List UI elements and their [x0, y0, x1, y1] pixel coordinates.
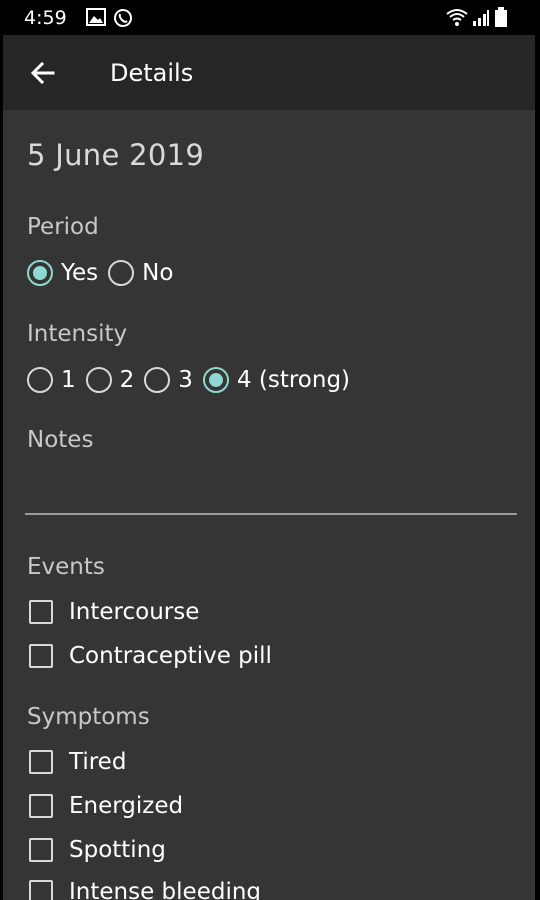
checkbox-label: Intercourse — [69, 599, 200, 625]
intensity-radio-group: 1 2 3 4 (strong) — [27, 364, 360, 396]
checkbox[interactable] — [29, 600, 53, 624]
status-time: 4:59 — [24, 7, 67, 29]
wifi-icon — [445, 7, 469, 31]
checkbox[interactable] — [29, 794, 53, 818]
checkbox[interactable] — [29, 838, 53, 862]
notes-underline — [25, 513, 517, 515]
page-title: Details — [110, 59, 194, 87]
details-content[interactable]: 5 June 2019 Period Yes No Intensity 1 2 — [3, 110, 535, 900]
symptom-item-energized[interactable]: Energized — [29, 790, 183, 822]
period-option-label: No — [142, 260, 174, 286]
period-option-no[interactable]: No — [108, 260, 173, 286]
radio-button[interactable] — [144, 367, 171, 393]
symptom-item-intense-bleeding[interactable]: Intense bleeding — [29, 876, 261, 900]
notes-input[interactable] — [27, 470, 517, 510]
checkbox[interactable] — [29, 750, 53, 774]
period-radio-group: Yes No — [27, 257, 183, 289]
whatsapp-icon — [113, 8, 133, 32]
arrow-left-icon[interactable] — [27, 57, 59, 89]
symptom-item-spotting[interactable]: Spotting — [29, 834, 166, 866]
period-option-yes[interactable]: Yes — [27, 260, 98, 286]
battery-icon — [495, 7, 507, 31]
intensity-option-label: 3 — [178, 367, 193, 393]
checkbox[interactable] — [29, 644, 53, 668]
event-item-contraceptive-pill[interactable]: Contraceptive pill — [29, 640, 272, 672]
radio-button[interactable] — [85, 367, 112, 393]
intensity-label: Intensity — [27, 321, 128, 347]
period-label: Period — [27, 214, 99, 240]
app-bar: Details — [3, 35, 535, 110]
radio-button[interactable] — [27, 367, 53, 393]
intensity-option-label: 2 — [119, 367, 135, 393]
checkbox-label: Spotting — [69, 837, 166, 863]
radio-button-selected[interactable] — [27, 260, 53, 286]
radio-button[interactable] — [108, 260, 135, 286]
intensity-option-4[interactable]: 4 (strong) — [202, 367, 351, 393]
checkbox-label: Intense bleeding — [69, 879, 262, 900]
intensity-option-label: 1 — [61, 367, 76, 393]
notes-label: Notes — [27, 427, 94, 453]
intensity-option-3[interactable]: 3 — [144, 367, 193, 393]
symptom-item-tired[interactable]: Tired — [29, 746, 126, 778]
event-item-intercourse[interactable]: Intercourse — [29, 596, 199, 628]
checkbox-label: Tired — [69, 749, 127, 775]
intensity-option-2[interactable]: 2 — [85, 367, 135, 393]
status-bar: 4:59 — [0, 0, 540, 35]
intensity-option-label: 4 (strong) — [236, 367, 351, 393]
intensity-option-1[interactable]: 1 — [27, 367, 76, 393]
image-icon — [86, 8, 106, 30]
device-frame-left — [0, 0, 3, 900]
checkbox-label: Energized — [69, 793, 184, 819]
radio-button-selected[interactable] — [202, 367, 229, 393]
signal-icon — [472, 9, 490, 31]
device-frame-right — [535, 0, 540, 900]
entry-date: 5 June 2019 — [27, 138, 205, 172]
phone-screen: 4:59 Details 5 June 2019 Period Yes No I… — [0, 0, 540, 900]
checkbox-label: Contraceptive pill — [69, 643, 272, 669]
events-label: Events — [27, 554, 105, 580]
period-option-label: Yes — [61, 260, 99, 286]
symptoms-label: Symptoms — [27, 704, 150, 730]
checkbox[interactable] — [29, 880, 53, 900]
